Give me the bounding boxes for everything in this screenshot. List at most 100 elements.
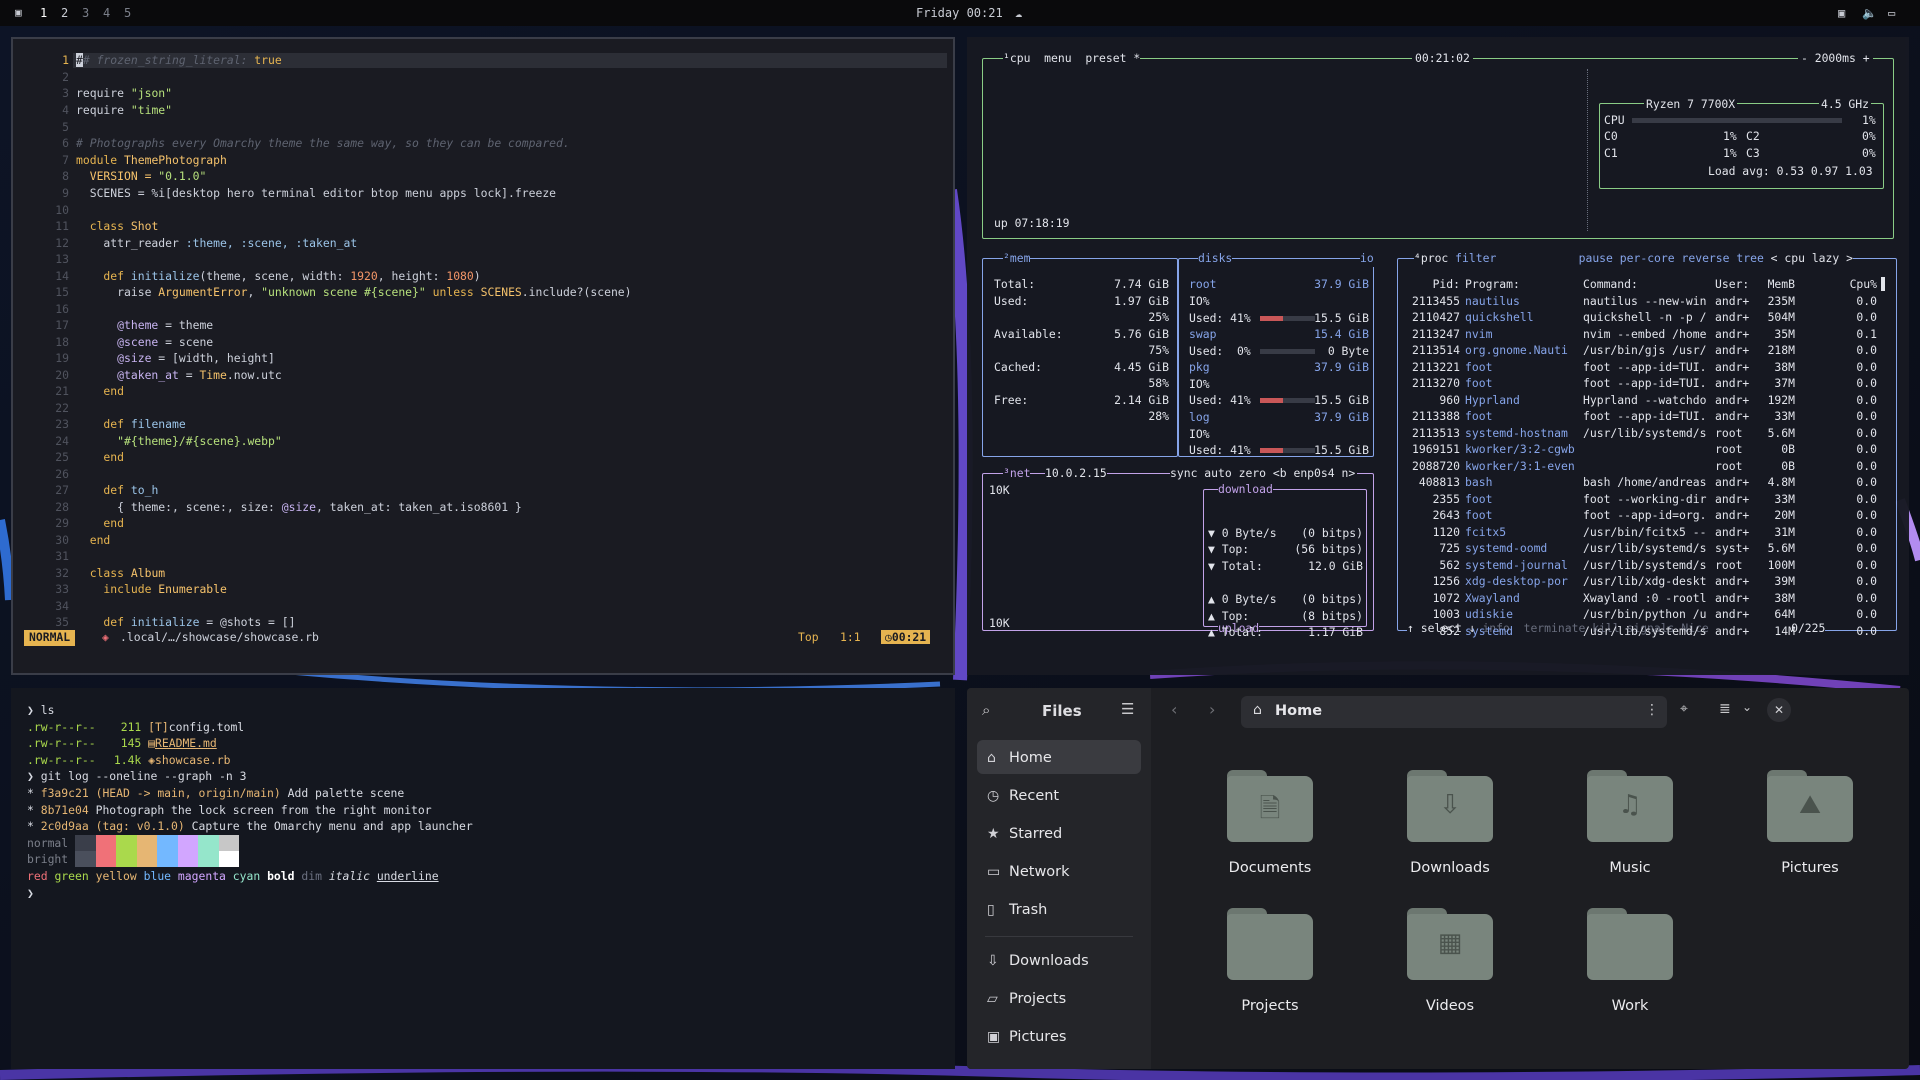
sidebar-item-home[interactable]: ⌂ Home (987, 741, 1157, 775)
workspace-2[interactable]: 2 (61, 6, 68, 20)
proc-header-cmd[interactable]: Command: (1583, 276, 1638, 293)
preset-tab[interactable]: preset * (1085, 51, 1140, 65)
btop-window[interactable]: ¹cpu menu preset * 00:21:02 - 2000ms + R… (967, 37, 1909, 675)
proc-cmd[interactable]: foot --app-id=TUI. (1583, 359, 1706, 376)
proc-mem[interactable]: 100M (1765, 557, 1795, 574)
proc-pid[interactable]: 562 (1405, 557, 1460, 574)
proc-pid[interactable]: 2088720 (1405, 458, 1460, 475)
folder-work[interactable] (1587, 908, 1673, 980)
proc-cpu[interactable]: 0.0 (1837, 359, 1877, 376)
proc-cpu[interactable]: 0.0 (1837, 573, 1877, 590)
io-toggle[interactable]: io (1360, 250, 1374, 267)
proc-user[interactable]: andr+ (1715, 524, 1749, 541)
screen-record-icon[interactable]: ▣ (1838, 6, 1845, 20)
proc-cmd[interactable]: Hyprland --watchdo (1583, 392, 1706, 409)
proc-prog[interactable]: Xwayland (1465, 590, 1520, 607)
proc-mem[interactable]: 235M (1765, 293, 1795, 310)
proc-user[interactable]: syst+ (1715, 540, 1749, 557)
proc-pid[interactable]: 1072 (1405, 590, 1460, 607)
omarchy-menu-icon[interactable]: ▣ (15, 6, 22, 19)
proc-cmd[interactable]: /usr/lib/systemd/s (1583, 557, 1706, 574)
folder-documents[interactable]: 🗎 (1227, 770, 1313, 842)
proc-cmd[interactable]: foot --app-id=TUI. (1583, 408, 1706, 425)
proc-cpu[interactable]: 0.0 (1837, 293, 1877, 310)
proc-header-cpu[interactable]: Cpu% (1837, 276, 1877, 293)
proc-cpu[interactable]: 0.0 (1837, 309, 1877, 326)
proc-prog[interactable]: systemd-oomd (1465, 540, 1547, 557)
proc-user[interactable]: andr+ (1715, 507, 1749, 524)
proc-prog[interactable]: org.gnome.Nauti (1465, 342, 1568, 359)
proc-cpu[interactable]: 0.0 (1837, 606, 1877, 623)
proc-cpu[interactable]: 0.0 (1837, 623, 1877, 640)
proc-pid[interactable]: 2113514 (1405, 342, 1460, 359)
proc-mem[interactable]: 64M (1765, 606, 1795, 623)
proc-cpu[interactable]: 0.0 (1837, 590, 1877, 607)
folder-videos[interactable]: ▦ (1407, 908, 1493, 980)
neovim-window[interactable]: 1 2 3 4 5 6 7 8 9 10 11 12 13 14 15 16 17 18 19 20 21 22 23 24 2… (11, 37, 955, 675)
proc-cmd[interactable]: /usr/bin/fcitx5 -- (1583, 524, 1706, 541)
menu-tab[interactable]: menu (1044, 51, 1071, 65)
proc-prog[interactable]: foot (1465, 375, 1492, 392)
proc-cmd[interactable]: /usr/lib/systemd/s (1583, 540, 1706, 557)
sidebar-item-network[interactable]: ▭ Network (987, 855, 1157, 889)
proc-cmd[interactable]: nvim --embed /home (1583, 326, 1706, 343)
proc-prog[interactable]: foot (1465, 491, 1492, 508)
proc-prog[interactable]: kworker/3:2-cgwb (1465, 441, 1575, 458)
proc-header-mem[interactable]: MemB (1765, 276, 1795, 293)
terminal-window[interactable]: ❯ ls .rw-r--r-- 211 [T]config.toml .rw-r--… (11, 688, 955, 1069)
proc-header[interactable]: ⁴proc filter pause per-core reverse tree… (1414, 250, 1853, 267)
display-icon[interactable]: ▭ (1888, 6, 1895, 20)
update-interval[interactable]: - 2000ms + (1798, 50, 1873, 67)
proc-mem[interactable]: 31M (1765, 524, 1795, 541)
proc-mem[interactable]: 33M (1765, 408, 1795, 425)
proc-user[interactable]: andr+ (1715, 408, 1749, 425)
proc-pid[interactable]: 2355 (1405, 491, 1460, 508)
proc-cpu[interactable]: 0.0 (1837, 408, 1877, 425)
proc-mem[interactable]: 39M (1765, 573, 1795, 590)
volume-icon[interactable]: 🔈 (1862, 6, 1877, 20)
proc-cpu[interactable]: 0.0 (1837, 524, 1877, 541)
proc-cpu[interactable]: 0.0 (1837, 491, 1877, 508)
proc-mem[interactable]: 218M (1765, 342, 1795, 359)
proc-pid[interactable]: 2113221 (1405, 359, 1460, 376)
proc-user[interactable]: andr+ (1715, 392, 1749, 409)
proc-header-prog[interactable]: Program: (1465, 276, 1520, 293)
hamburger-menu-icon[interactable]: ☰ (1121, 700, 1134, 718)
proc-mem[interactable]: 4.8M (1765, 474, 1795, 491)
proc-cmd[interactable]: bash /home/andreas (1583, 474, 1706, 491)
weather-icon[interactable]: ☁ (1015, 6, 1022, 20)
proc-mem[interactable]: 38M (1765, 359, 1795, 376)
proc-user[interactable]: andr+ (1715, 573, 1749, 590)
proc-cmd[interactable]: foot --app-id=TUI. (1583, 375, 1706, 392)
proc-prog[interactable]: udiskie (1465, 606, 1513, 623)
proc-cmd[interactable]: foot --working-dir (1583, 491, 1706, 508)
proc-pid[interactable]: 725 (1405, 540, 1460, 557)
folder-projects[interactable] (1227, 908, 1313, 980)
proc-user[interactable]: andr+ (1715, 590, 1749, 607)
proc-user[interactable]: andr+ (1715, 359, 1749, 376)
proc-header-user[interactable]: User: (1715, 276, 1749, 293)
proc-prog[interactable]: kworker/3:1-even (1465, 458, 1575, 475)
proc-cmd[interactable]: nautilus --new-win (1583, 293, 1706, 310)
proc-cpu[interactable]: 0.0 (1837, 474, 1877, 491)
proc-mem[interactable]: 504M (1765, 309, 1795, 326)
back-icon[interactable]: ‹ (1171, 700, 1177, 719)
proc-cmd[interactable]: /usr/bin/gjs /usr/ (1583, 342, 1706, 359)
proc-prog[interactable]: foot (1465, 359, 1492, 376)
workspace-5[interactable]: 5 (124, 6, 131, 20)
sidebar-item-downloads[interactable]: ⇩ Downloads (987, 944, 1157, 978)
proc-cmd[interactable]: foot --app-id=org. (1583, 507, 1706, 524)
net-title[interactable]: ³net (1003, 465, 1031, 482)
proc-prog[interactable]: foot (1465, 507, 1492, 524)
workspace-4[interactable]: 4 (103, 6, 110, 20)
files-window[interactable]: ⌕ Files ☰ ‹ › ⌂ Home ⋮ ⌖ ≣ ⌄ ✕ ⌂ Home ◷ Rec… (967, 688, 1909, 1069)
proc-pid[interactable]: 2110427 (1405, 309, 1460, 326)
proc-user[interactable]: andr+ (1715, 342, 1749, 359)
proc-pid[interactable]: 408813 (1405, 474, 1460, 491)
proc-prog[interactable]: bash (1465, 474, 1492, 491)
proc-cpu[interactable]: 0.0 (1837, 557, 1877, 574)
proc-user[interactable]: andr+ (1715, 309, 1749, 326)
proc-cpu[interactable]: 0.0 (1837, 392, 1877, 409)
proc-cmd[interactable]: /usr/bin/python /u (1583, 606, 1706, 623)
proc-cpu[interactable]: 0.0 (1837, 425, 1877, 442)
